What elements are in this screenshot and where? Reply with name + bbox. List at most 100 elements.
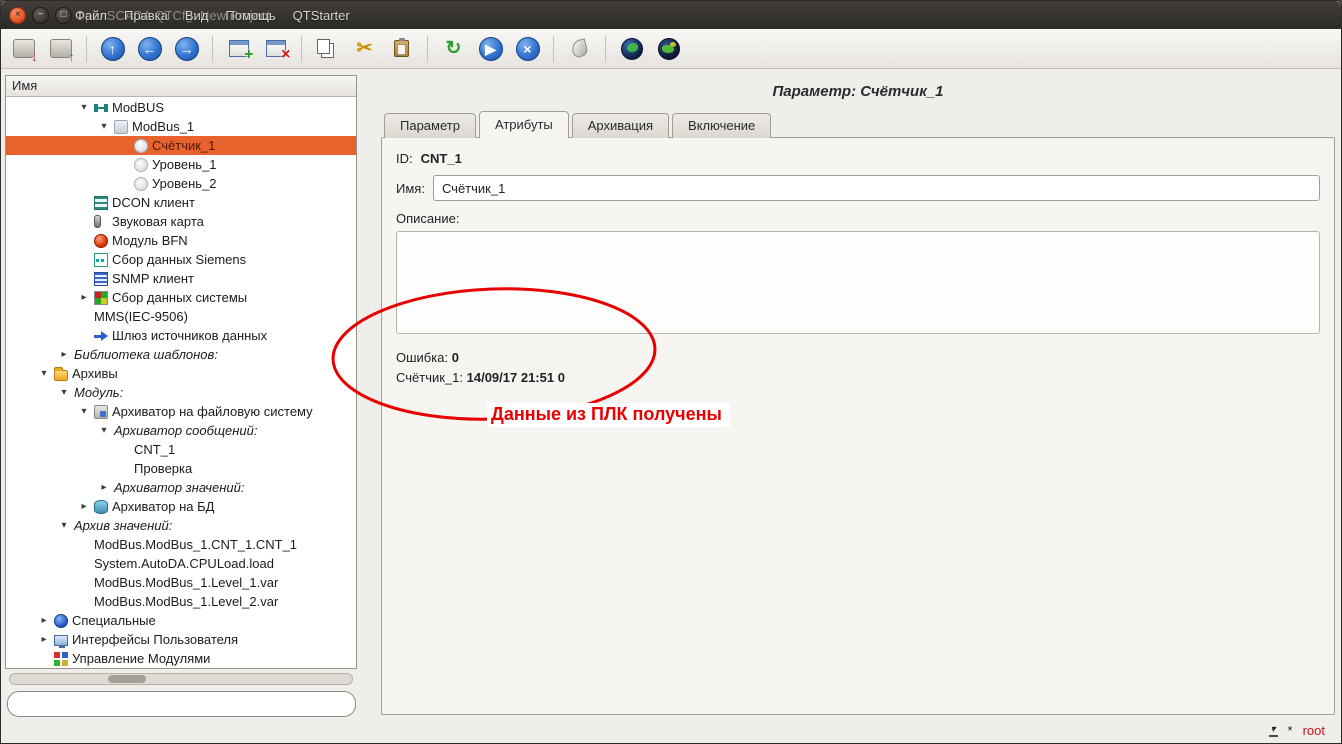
tree-item[interactable]: CNT_1 xyxy=(6,440,356,459)
add-item-button[interactable]: + xyxy=(222,32,255,65)
tree-expand-arrow[interactable]: ▾ xyxy=(74,103,94,113)
tree-expand-arrow[interactable]: ▾ xyxy=(54,388,74,398)
tree-item-label: Архиватор значений: xyxy=(114,480,244,495)
tree-item[interactable]: Счётчик_1 xyxy=(6,136,356,155)
tree-item[interactable]: ModBus.ModBus_1.Level_2.var xyxy=(6,592,356,611)
tree-expand-arrow[interactable]: ▸ xyxy=(34,616,54,626)
tree-expand-arrow[interactable]: ▾ xyxy=(74,407,94,417)
tree-expand-arrow[interactable]: ▾ xyxy=(34,369,54,379)
tree-item[interactable]: Шлюз источников данных xyxy=(6,326,356,345)
flame-button[interactable] xyxy=(563,32,596,65)
tree-item[interactable]: ▸Библиотека шаблонов: xyxy=(6,345,356,364)
description-textarea[interactable] xyxy=(396,231,1320,334)
start-button[interactable]: ▶ xyxy=(474,32,507,65)
tree-item[interactable]: ▾ Архиватор на файловую систему xyxy=(6,402,356,421)
counter-status-row: Счётчик_1: 14/09/17 21:51 0 xyxy=(396,370,1320,385)
tree-item[interactable]: ▸Интерфейсы Пользователя xyxy=(6,630,356,649)
error-value: 0 xyxy=(452,350,459,365)
tree-item[interactable]: DCON клиент xyxy=(6,193,356,212)
modules-icon xyxy=(54,652,68,666)
tree-item[interactable]: ModBus.ModBus_1.Level_1.var xyxy=(6,573,356,592)
tree-expand-arrow[interactable]: ▾ xyxy=(94,122,114,132)
tree-horizontal-scrollbar[interactable] xyxy=(9,673,353,685)
tree-item[interactable]: ▾Архив значений: xyxy=(6,516,356,535)
tree-item-label: ModBUS xyxy=(112,100,164,115)
refresh-button[interactable]: ↻ xyxy=(437,32,470,65)
minimize-icon: − xyxy=(38,10,44,20)
tree-item[interactable]: Проверка xyxy=(6,459,356,478)
tab-parameter[interactable]: Параметр xyxy=(384,113,476,138)
tree-item[interactable]: ▸Архиватор значений: xyxy=(6,478,356,497)
tree-item[interactable]: ▾ModBus_1 xyxy=(6,117,356,136)
dbarch-icon xyxy=(94,500,108,514)
menu-qtstarter[interactable]: QTStarter xyxy=(293,8,350,23)
tree-item[interactable]: ▾Модуль: xyxy=(6,383,356,402)
tree-item[interactable]: ▸Архиватор на БД xyxy=(6,497,356,516)
tab-archiving[interactable]: Архивация xyxy=(572,113,669,138)
stop-icon: × xyxy=(516,37,540,61)
param-icon xyxy=(134,177,148,191)
tree-item[interactable]: ModBus.ModBus_1.CNT_1.CNT_1 xyxy=(6,535,356,554)
tab-attributes[interactable]: Атрибуты xyxy=(479,111,569,138)
tree-column-header[interactable]: Имя xyxy=(6,76,356,97)
cut-icon: ✂ xyxy=(357,39,373,58)
tab-enable[interactable]: Включение xyxy=(672,113,771,138)
tree-item[interactable]: ▾ Архивы xyxy=(6,364,356,383)
tree-item[interactable]: ▾Архиватор сообщений: xyxy=(6,421,356,440)
tree-expand-arrow[interactable]: ▾ xyxy=(94,426,114,436)
module-launch-2-button[interactable] xyxy=(652,32,685,65)
tree-filter-input[interactable] xyxy=(7,691,356,717)
menu-view[interactable]: Вид xyxy=(185,8,209,23)
menu-help[interactable]: Помощь xyxy=(225,8,275,23)
tree-item[interactable]: MMS(IEC-9506) xyxy=(6,307,356,326)
window-close-button[interactable]: × xyxy=(9,7,26,24)
tree-expand-arrow[interactable]: ▸ xyxy=(74,502,94,512)
tree-item[interactable]: ▸Сбор данных системы xyxy=(6,288,356,307)
status-dropdown[interactable]: ▾ xyxy=(1269,724,1278,737)
window-maximize-button[interactable]: □ xyxy=(55,7,72,24)
navigation-tree: ▾ ModBUS ▾ModBus_1 Счётчик_1 Уровень_1Уровен… xyxy=(6,98,356,668)
menu-edit[interactable]: Правка xyxy=(124,8,168,23)
tree-item[interactable]: SNMP клиент xyxy=(6,269,356,288)
sysda-icon xyxy=(94,291,108,305)
tree-item[interactable]: ▸Специальные xyxy=(6,611,356,630)
statusbar: ▾ * root xyxy=(1,717,1341,743)
tree-item[interactable]: Сбор данных Siemens xyxy=(6,250,356,269)
tree-expand-arrow[interactable]: ▸ xyxy=(94,483,114,493)
toolbar-separator xyxy=(553,36,554,62)
stop-button[interactable]: × xyxy=(511,32,544,65)
name-input[interactable] xyxy=(433,175,1320,201)
folder-icon xyxy=(54,370,68,381)
menu-file[interactable]: Файл xyxy=(75,8,107,23)
cut-button[interactable]: ✂ xyxy=(348,32,381,65)
up-button[interactable]: ↑ xyxy=(96,32,129,65)
delete-item-button[interactable]: × xyxy=(259,32,292,65)
tree-item-label: Архивы xyxy=(72,366,118,381)
tree-expand-arrow[interactable]: ▸ xyxy=(74,293,94,303)
controller-icon xyxy=(114,120,128,134)
load-button[interactable]: ↓ xyxy=(7,32,40,65)
tree-item[interactable]: Звуковая карта xyxy=(6,212,356,231)
save-button[interactable]: ↑ xyxy=(44,32,77,65)
tree-item[interactable]: Управление Модулями xyxy=(6,649,356,668)
tree-item[interactable]: Уровень_1 xyxy=(6,155,356,174)
forward-button[interactable]: → xyxy=(170,32,203,65)
tree-item[interactable]: System.AutoDA.CPULoad.load xyxy=(6,554,356,573)
tree-item-label: Шлюз источников данных xyxy=(112,328,267,343)
tree-expand-arrow[interactable]: ▸ xyxy=(54,350,74,360)
tree-item[interactable]: Модуль BFN xyxy=(6,231,356,250)
copy-button[interactable] xyxy=(311,32,344,65)
tree-item[interactable]: Уровень_2 xyxy=(6,174,356,193)
back-button[interactable]: ← xyxy=(133,32,166,65)
module-launch-1-button[interactable] xyxy=(615,32,648,65)
tree-item-label: ModBus.ModBus_1.CNT_1.CNT_1 xyxy=(94,537,297,552)
scrollbar-thumb[interactable] xyxy=(108,675,146,683)
tree-expand-arrow[interactable]: ▸ xyxy=(34,635,54,645)
tree-item-label: Счётчик_1 xyxy=(152,138,215,153)
navigation-tree-panel: Имя ▾ ModBUS ▾ModBus_1 Счётчик_1 Уровень_1Ур… xyxy=(5,75,357,669)
window-minimize-button[interactable]: − xyxy=(32,7,49,24)
tree-expand-arrow[interactable]: ▾ xyxy=(54,521,74,531)
paste-button[interactable] xyxy=(385,32,418,65)
tree-item[interactable]: ▾ ModBUS xyxy=(6,98,356,117)
tree-item-label: Архиватор на файловую систему xyxy=(112,404,313,419)
